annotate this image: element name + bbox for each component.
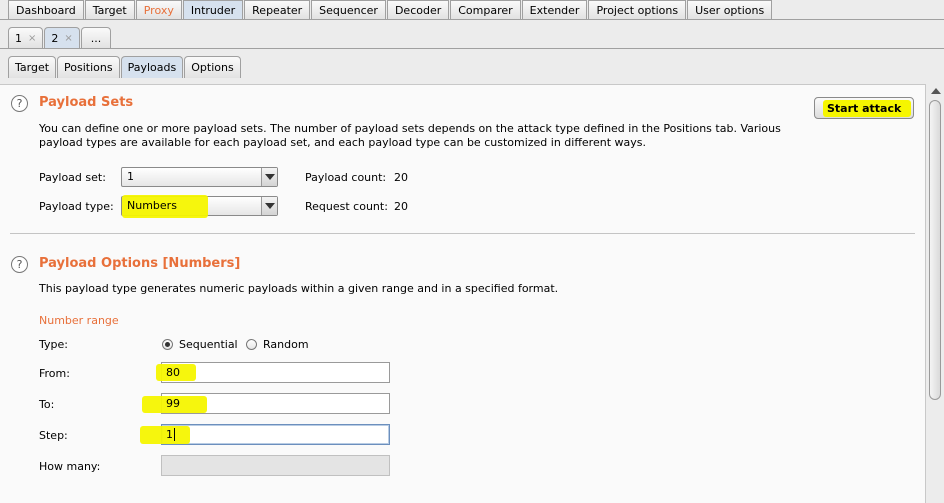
attack-tab-divider bbox=[0, 48, 944, 49]
to-field[interactable]: 99 bbox=[142, 393, 390, 414]
intruder-tab-payloads[interactable]: Payloads bbox=[120, 56, 184, 78]
how-many-label: How many: bbox=[39, 460, 101, 473]
scroll-up-icon[interactable] bbox=[931, 88, 941, 94]
payload-sets-description-line2: payload types are available for each pay… bbox=[39, 136, 646, 149]
to-label: To: bbox=[39, 398, 55, 411]
payload-type-select[interactable]: Numbers bbox=[121, 195, 278, 218]
tab-proxy[interactable]: Proxy bbox=[135, 0, 182, 19]
request-count-label: Request count: bbox=[305, 200, 388, 213]
step-field[interactable]: 1 bbox=[140, 424, 390, 445]
start-attack-button[interactable]: Start attack bbox=[814, 97, 914, 119]
payload-options-title: Payload Options [Numbers] bbox=[39, 256, 241, 271]
tab-user-options[interactable]: User options bbox=[687, 0, 773, 19]
vertical-scrollbar[interactable] bbox=[925, 84, 944, 503]
request-count-value: 20 bbox=[394, 200, 408, 213]
intruder-tab-options[interactable]: Options bbox=[184, 56, 241, 78]
step-label: Step: bbox=[39, 429, 68, 442]
main-tab-bar: Dashboard Target Proxy Intruder Repeater… bbox=[8, 0, 773, 19]
sequential-label: Sequential bbox=[179, 338, 238, 351]
from-label: From: bbox=[39, 367, 70, 380]
intruder-tab-positions[interactable]: Positions bbox=[57, 56, 120, 78]
highlight-mark bbox=[140, 426, 190, 444]
tab-decoder[interactable]: Decoder bbox=[386, 0, 450, 19]
attack-tab-2[interactable]: 2 × bbox=[44, 27, 80, 48]
help-icon[interactable]: ? bbox=[11, 256, 28, 273]
tab-dashboard[interactable]: Dashboard bbox=[8, 0, 84, 19]
payload-count-value: 20 bbox=[394, 171, 408, 184]
text-cursor bbox=[174, 428, 175, 441]
tab-extender[interactable]: Extender bbox=[521, 0, 588, 19]
section-divider bbox=[10, 233, 915, 234]
attack-tab-bar: 1 × 2 × ... bbox=[8, 27, 112, 48]
payload-count-label: Payload count: bbox=[305, 171, 387, 184]
tab-comparer[interactable]: Comparer bbox=[450, 0, 521, 19]
random-radio[interactable] bbox=[246, 339, 257, 350]
number-range-label: Number range bbox=[39, 314, 119, 327]
payload-set-select[interactable]: 1 bbox=[121, 167, 278, 187]
sequential-radio[interactable] bbox=[162, 339, 173, 350]
chevron-down-icon[interactable] bbox=[261, 197, 277, 215]
new-attack-tab[interactable]: ... bbox=[80, 27, 112, 48]
tab-repeater[interactable]: Repeater bbox=[244, 0, 311, 19]
close-icon[interactable]: × bbox=[28, 33, 36, 44]
intruder-tab-bar: Target Positions Payloads Options bbox=[8, 56, 242, 78]
payload-type-label: Payload type: bbox=[39, 200, 114, 213]
random-label: Random bbox=[263, 338, 309, 351]
intruder-tab-target[interactable]: Target bbox=[8, 56, 57, 78]
help-icon[interactable]: ? bbox=[11, 95, 28, 112]
from-field[interactable]: 80 bbox=[156, 362, 390, 383]
scrollbar-thumb[interactable] bbox=[929, 100, 941, 400]
payload-sets-title: Payload Sets bbox=[39, 95, 134, 110]
tab-sequencer[interactable]: Sequencer bbox=[311, 0, 386, 19]
close-icon[interactable]: × bbox=[64, 33, 72, 44]
tab-intruder[interactable]: Intruder bbox=[182, 0, 244, 19]
how-many-field bbox=[161, 455, 390, 476]
attack-tab-1[interactable]: 1 × bbox=[8, 27, 44, 48]
tab-target[interactable]: Target bbox=[84, 0, 135, 19]
payload-sets-description-line1: You can define one or more payload sets.… bbox=[39, 122, 781, 135]
payload-options-description: This payload type generates numeric payl… bbox=[39, 282, 559, 295]
tab-bar-divider bbox=[0, 19, 944, 20]
payload-set-label: Payload set: bbox=[39, 171, 106, 184]
tab-project-options[interactable]: Project options bbox=[588, 0, 687, 19]
chevron-down-icon[interactable] bbox=[261, 168, 277, 186]
type-label: Type: bbox=[39, 338, 68, 351]
